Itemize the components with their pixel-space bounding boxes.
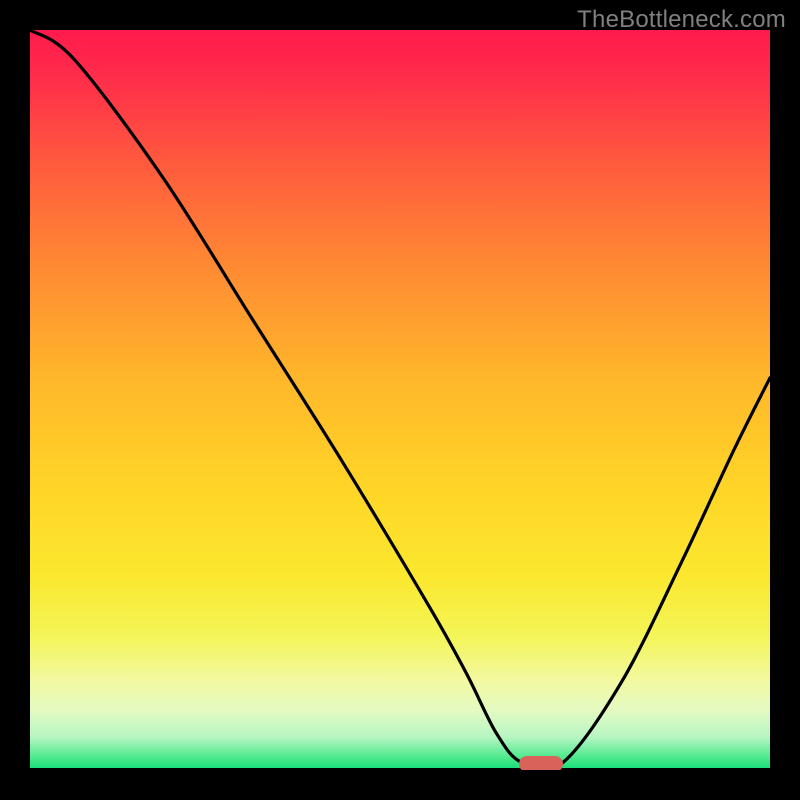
plot-area [30,30,770,770]
watermark-text: TheBottleneck.com [577,6,786,34]
chart-curve [30,30,770,770]
optimal-marker [519,756,563,770]
chart-frame: TheBottleneck.com [0,0,800,800]
